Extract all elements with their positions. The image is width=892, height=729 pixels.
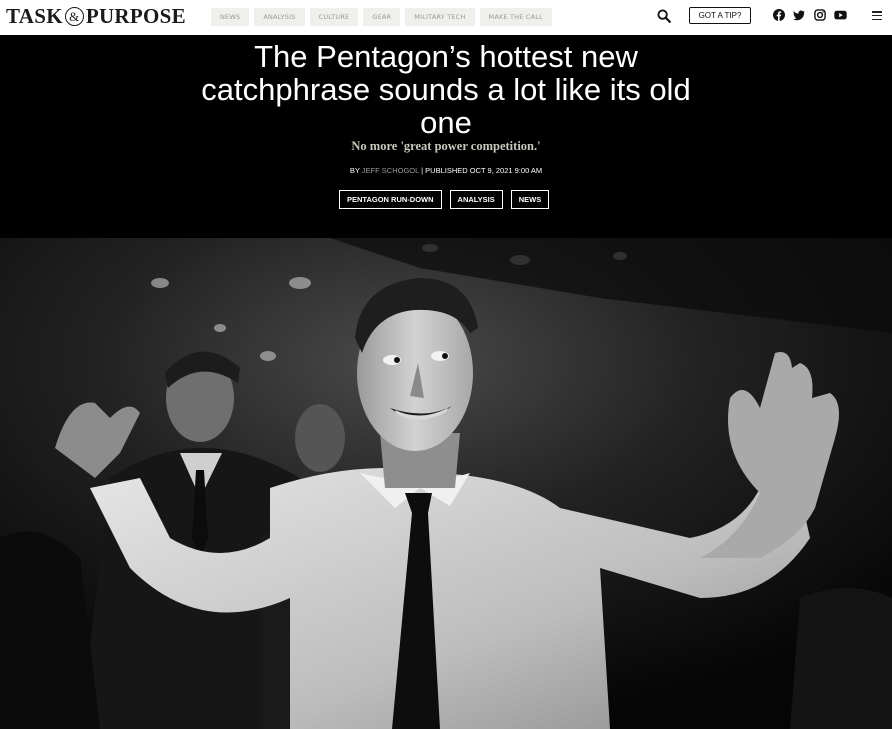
main-nav: NEWS ANALYSIS CULTURE GEAR MILITARY TECH… xyxy=(211,8,552,26)
logo-word-task: TASK xyxy=(6,4,63,28)
twitter-icon[interactable] xyxy=(793,9,805,21)
byline: BY JEFF SCHOGOL | PUBLISHED OCT 9, 2021 … xyxy=(0,166,892,175)
facebook-icon[interactable] xyxy=(773,9,785,21)
article-header: The Pentagon’s hottest new catchphrase s… xyxy=(0,35,892,238)
menu-icon[interactable] xyxy=(872,11,882,22)
nav-item-culture[interactable]: CULTURE xyxy=(309,8,359,26)
hero-photo xyxy=(0,238,892,729)
tag-analysis[interactable]: ANALYSIS xyxy=(449,190,503,209)
got-a-tip-button[interactable]: GOT A TIP? xyxy=(689,7,751,24)
nav-item-military-tech[interactable]: MILITARY TECH xyxy=(405,8,475,26)
headline-line-2: catchphrase sounds a lot like its old xyxy=(201,72,691,107)
nav-item-analysis[interactable]: ANALYSIS xyxy=(254,8,305,26)
hero-photo-illustration xyxy=(0,238,892,729)
logo-word-purpose: PURPOSE xyxy=(85,4,186,28)
headline-line-1: The Pentagon’s hottest new xyxy=(254,39,638,74)
tag-pentagon-run-down[interactable]: PENTAGON RUN-DOWN xyxy=(339,190,442,209)
logo-ampersand: & xyxy=(64,7,84,26)
site-header: TASK & PURPOSE NEWS ANALYSIS CULTURE GEAR … xyxy=(0,0,892,35)
nav-item-gear[interactable]: GEAR xyxy=(363,8,401,26)
article-tags: PENTAGON RUN-DOWN ANALYSIS NEWS xyxy=(339,190,550,209)
nav-item-news[interactable]: NEWS xyxy=(211,8,250,26)
search-icon[interactable] xyxy=(657,9,671,23)
headline-line-3: one xyxy=(420,105,472,140)
byline-by: BY xyxy=(349,166,360,175)
site-logo[interactable]: TASK & PURPOSE xyxy=(6,5,186,27)
author-link[interactable]: JEFF SCHOGOL xyxy=(362,166,419,175)
article-dek: No more 'great power competition.' xyxy=(351,139,541,153)
publish-date: | PUBLISHED OCT 9, 2021 9:00 AM xyxy=(421,166,543,175)
nav-item-make-the-call[interactable]: MAKE THE CALL xyxy=(479,8,552,26)
instagram-icon[interactable] xyxy=(814,9,826,21)
article-headline: The Pentagon’s hottest new catchphrase s… xyxy=(0,40,892,139)
tag-news[interactable]: NEWS xyxy=(510,190,550,209)
youtube-icon[interactable] xyxy=(834,9,847,21)
